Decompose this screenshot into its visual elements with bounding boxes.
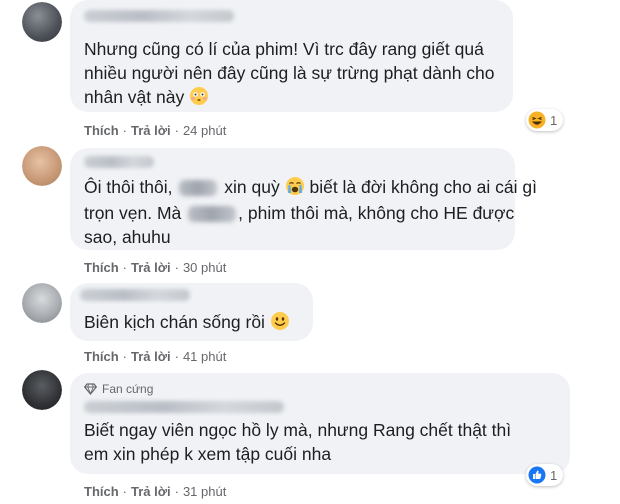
like-link[interactable]: Thích bbox=[84, 260, 119, 275]
comment-text: Biên kịch chán sống rồi bbox=[84, 312, 265, 332]
like-link[interactable]: Thích bbox=[84, 349, 119, 364]
reaction-summary[interactable]: 1 bbox=[526, 464, 564, 486]
comment-text-line: Nhưng cũng có lí của phim! Vì trc đây ra… bbox=[84, 39, 484, 59]
separator: · bbox=[174, 484, 179, 499]
like-icon bbox=[528, 466, 546, 484]
avatar[interactable] bbox=[22, 370, 62, 410]
comment-bubble: Fan cứng Biết ngay viên ngọc hồ ly mà, n… bbox=[70, 373, 570, 474]
timestamp[interactable]: 30 phút bbox=[183, 260, 226, 275]
reply-link[interactable]: Trả lời bbox=[131, 484, 171, 499]
comment-actions: Thích · Trả lời · 31 phút bbox=[84, 484, 226, 499]
comment-bubble: Biên kịch chán sống rồi bbox=[70, 283, 313, 341]
reply-link[interactable]: Trả lời bbox=[131, 260, 171, 275]
separator: · bbox=[174, 349, 179, 364]
smiling-face-icon bbox=[270, 312, 289, 330]
timestamp[interactable]: 31 phút bbox=[183, 484, 226, 499]
avatar[interactable] bbox=[22, 2, 62, 42]
fan-badge-label: Fan cứng bbox=[102, 382, 154, 396]
timestamp[interactable]: 24 phút bbox=[183, 123, 226, 138]
haha-icon bbox=[528, 111, 546, 129]
reply-link[interactable]: Trả lời bbox=[131, 349, 171, 364]
author-name[interactable] bbox=[84, 10, 234, 22]
comment-text-line: nhiều người nên đây cũng là sự trừng phạ… bbox=[84, 63, 495, 83]
avatar[interactable] bbox=[22, 283, 62, 323]
comment-text: xin quỳ bbox=[224, 177, 280, 197]
author-name[interactable] bbox=[80, 289, 190, 301]
avatar[interactable] bbox=[22, 146, 62, 186]
comment-actions: Thích · Trả lời · 41 phút bbox=[84, 349, 226, 364]
reaction-count: 1 bbox=[550, 467, 558, 483]
author-name[interactable] bbox=[84, 156, 154, 168]
crying-face-icon bbox=[285, 177, 304, 195]
separator: · bbox=[122, 349, 128, 364]
reaction-count: 1 bbox=[550, 112, 558, 128]
comment-text-line: Ôi thôi thôi, xin quỳ biết là đời không … bbox=[84, 174, 537, 200]
comment-bubble: Ôi thôi thôi, xin quỳ biết là đời không … bbox=[70, 148, 537, 250]
reaction-summary[interactable]: 1 bbox=[526, 109, 564, 131]
diamond-icon bbox=[84, 383, 97, 395]
timestamp[interactable]: 41 phút bbox=[183, 349, 226, 364]
fan-badge[interactable]: Fan cứng bbox=[84, 382, 153, 396]
comment-text: Ôi thôi thôi, bbox=[84, 177, 173, 197]
comment-bubble: Nhưng cũng có lí của phim! Vì trc đây ra… bbox=[70, 0, 513, 112]
like-link[interactable]: Thích bbox=[84, 123, 119, 138]
comment-text-line: sao, ahuhu bbox=[84, 227, 171, 247]
comment-text-line: nhân vật này bbox=[84, 84, 209, 110]
comment-text-line: trọn vẹn. Mà , phim thôi mà, không cho H… bbox=[84, 200, 514, 226]
comment-text-line: Biết ngay viên ngọc hồ ly mà, nhưng Rang… bbox=[84, 420, 512, 440]
author-name[interactable] bbox=[84, 401, 284, 413]
comment-actions: Thích · Trả lời · 24 phút bbox=[84, 123, 226, 138]
like-link[interactable]: Thích bbox=[84, 484, 119, 499]
comment-text-line: Biên kịch chán sống rồi bbox=[84, 309, 290, 335]
reply-link[interactable]: Trả lời bbox=[131, 123, 171, 138]
separator: · bbox=[174, 260, 179, 275]
comment-text: biết là đời không cho ai cái gì bbox=[309, 177, 537, 197]
separator: · bbox=[122, 123, 128, 138]
comment-text: , phim thôi mà, không cho HE được bbox=[238, 203, 515, 223]
redacted-text bbox=[179, 180, 218, 197]
separator: · bbox=[174, 123, 179, 138]
flushed-face-icon bbox=[190, 87, 209, 105]
redacted-text bbox=[188, 206, 237, 223]
comment-text: trọn vẹn. Mà bbox=[84, 203, 182, 223]
comment-actions: Thích · Trả lời · 30 phút bbox=[84, 260, 226, 275]
comment-text-line: em xin phép k xem tập cuối nha bbox=[84, 444, 332, 464]
comment-text: nhân vật này bbox=[84, 87, 185, 107]
separator: · bbox=[122, 260, 128, 275]
separator: · bbox=[122, 484, 128, 499]
